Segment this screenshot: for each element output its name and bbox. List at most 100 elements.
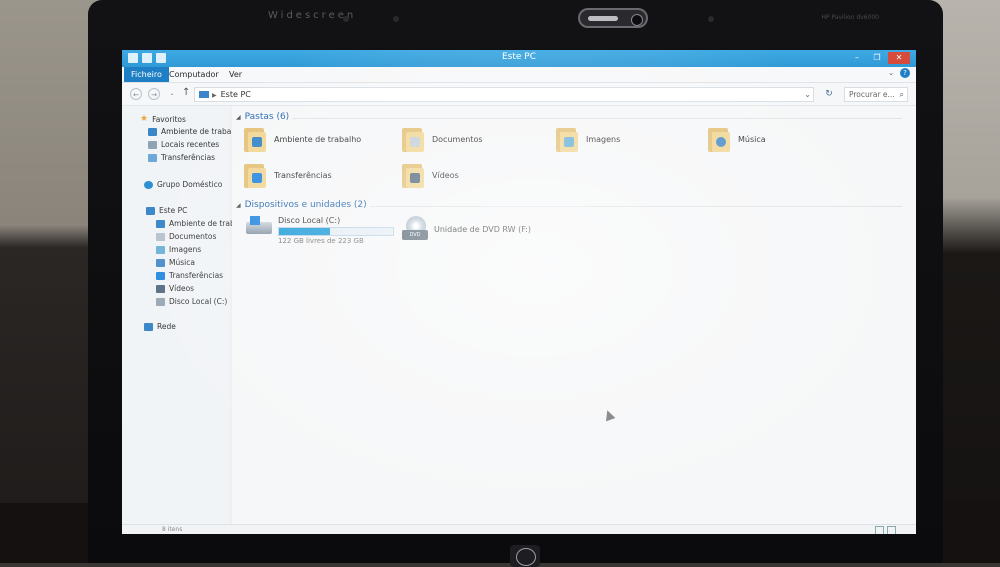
- drive-usage-fill: [279, 228, 331, 235]
- sidebar-item-label: Transferências: [161, 153, 216, 162]
- desktop-icon: [156, 219, 165, 228]
- webcam: [578, 8, 648, 28]
- downloads-icon: [156, 271, 165, 280]
- sidebar-item-label: Documentos: [169, 232, 217, 241]
- tiles-view-icon[interactable]: [887, 526, 896, 534]
- sidebar-item-thispc-child[interactable]: Imagens: [156, 245, 201, 254]
- sidebar-item-label: Favoritos: [152, 114, 186, 124]
- sidebar-item-thispc-child[interactable]: Música: [156, 258, 195, 267]
- expand-ribbon-icon[interactable]: ⌄: [888, 69, 894, 77]
- sidebar-item-label: Grupo Doméstico: [157, 180, 223, 189]
- folder-label: Transferências: [274, 170, 332, 180]
- search-placeholder: Procurar e...: [849, 90, 895, 99]
- drive-icon: [156, 297, 165, 306]
- address-row: ← → ⌄ ↑ ▶ Este PC ⌄ ↻ Procurar e... ⌕: [122, 83, 916, 106]
- bezel-dot: [343, 16, 349, 22]
- computer-icon: [199, 91, 209, 98]
- up-button[interactable]: ↑: [182, 87, 190, 98]
- window-title: Este PC: [501, 52, 536, 62]
- desktop-folder-icon: [244, 126, 266, 152]
- sidebar-item-thispc-child[interactable]: Documentos: [156, 232, 216, 241]
- refresh-button[interactable]: ↻: [822, 87, 836, 102]
- sidebar-item-label: Disco Local (C:): [169, 297, 228, 306]
- maximize-button[interactable]: ❐: [868, 52, 886, 64]
- sidebar-item-thispc-child[interactable]: Transferências: [156, 271, 223, 280]
- drive-label: Unidade de DVD RW (F:): [434, 224, 532, 234]
- address-dropdown-icon[interactable]: ⌄: [804, 88, 811, 101]
- downloads-folder-icon: [244, 162, 266, 188]
- drive-label: Disco Local (C:): [278, 216, 341, 225]
- minimize-button[interactable]: –: [848, 52, 866, 64]
- sidebar-item-label: Vídeos: [169, 284, 195, 293]
- music-icon: [156, 258, 165, 267]
- bezel-dot: [393, 16, 399, 22]
- sidebar-item-thispc-child[interactable]: Vídeos: [156, 284, 194, 293]
- view-switcher: [875, 526, 896, 534]
- desktop-icon: [148, 127, 157, 136]
- drive-usage-bar: [278, 227, 394, 236]
- collapse-triangle-icon[interactable]: ◢: [236, 114, 241, 121]
- hard-drive-icon: [246, 216, 272, 236]
- pictures-folder-icon: [556, 126, 578, 152]
- ribbon-right: ⌄ ?: [888, 68, 910, 78]
- back-button[interactable]: ←: [130, 88, 142, 100]
- sidebar-item-label: Locais recentes: [161, 140, 220, 149]
- music-folder-icon: [708, 126, 730, 152]
- breadcrumb-este-pc[interactable]: Este PC: [221, 90, 251, 99]
- folder-label: Música: [738, 134, 766, 144]
- folder-item[interactable]: Vídeos: [402, 162, 459, 188]
- drive-info: Disco Local (C:) 122 GB livres de 223 GB: [278, 216, 394, 245]
- window-controls: – ❐ ✕: [848, 52, 910, 64]
- details-view-icon[interactable]: [875, 526, 884, 534]
- collapse-triangle-icon[interactable]: ◢: [236, 202, 241, 209]
- folder-label: Ambiente de trabalho: [274, 134, 362, 144]
- folder-item[interactable]: Música: [708, 126, 766, 152]
- bezel-dot: [708, 16, 714, 22]
- recent-locations-chevron-icon[interactable]: ⌄: [166, 88, 178, 100]
- tab-view[interactable]: Ver: [222, 67, 249, 82]
- documents-folder-icon: [402, 126, 424, 152]
- sidebar-item-favorite[interactable]: Ambiente de trabalho: [148, 127, 243, 136]
- folder-item[interactable]: Ambiente de trabalho: [244, 126, 361, 152]
- breadcrumb-separator-icon: ▶: [212, 92, 217, 99]
- window-titlebar: Este PC – ❐ ✕: [122, 50, 916, 67]
- webcam-slider: [588, 16, 618, 21]
- group-header-folders[interactable]: ◢ Pastas (6): [236, 112, 289, 122]
- sidebar-item-favorites[interactable]: ★ Favoritos: [140, 114, 186, 124]
- tab-computer[interactable]: Computador: [162, 67, 226, 82]
- hp-logo: [510, 545, 540, 567]
- sidebar-item-thispc-child[interactable]: Disco Local (C:): [156, 297, 227, 306]
- folder-item[interactable]: Documentos: [402, 126, 483, 152]
- sidebar-item-label: Música: [169, 258, 195, 267]
- dvd-drive-icon: DVD: [402, 216, 428, 242]
- sidebar-item-network[interactable]: Rede: [144, 322, 176, 331]
- downloads-icon: [148, 153, 157, 162]
- folder-item[interactable]: Transferências: [244, 162, 332, 188]
- folder-item[interactable]: Imagens: [556, 126, 620, 152]
- drive-free-space: 122 GB livres de 223 GB: [278, 237, 364, 245]
- ribbon-tabs: Ficheiro Computador Ver ⌄ ?: [122, 67, 916, 83]
- network-icon: [144, 322, 153, 331]
- drive-item-dvd[interactable]: DVD Unidade de DVD RW (F:): [402, 216, 531, 242]
- recent-places-icon: [148, 140, 157, 149]
- hp-logo-ring: [516, 548, 536, 566]
- homegroup-icon: [144, 180, 153, 189]
- group-header-devices[interactable]: ◢ Dispositivos e unidades (2): [236, 200, 367, 210]
- drive-item-c[interactable]: Disco Local (C:) 122 GB livres de 223 GB: [246, 216, 394, 245]
- star-icon: ★: [140, 114, 149, 124]
- sidebar-item-label: Imagens: [169, 245, 202, 254]
- group-header-label: Pastas (6): [244, 112, 290, 122]
- search-input[interactable]: Procurar e... ⌕: [844, 87, 908, 102]
- sidebar-item-thispc[interactable]: Este PC: [146, 206, 187, 215]
- search-icon: ⌕: [899, 90, 904, 99]
- address-bar[interactable]: ▶ Este PC ⌄: [194, 87, 814, 102]
- videos-folder-icon: [402, 162, 424, 188]
- dvd-badge: DVD: [402, 230, 428, 240]
- sidebar-item-favorite[interactable]: Transferências: [148, 153, 215, 162]
- help-button[interactable]: ?: [900, 68, 910, 78]
- forward-button[interactable]: →: [148, 88, 160, 100]
- sidebar-item-favorite[interactable]: Locais recentes: [148, 140, 219, 149]
- sidebar-item-homegroup[interactable]: Grupo Doméstico: [144, 180, 222, 189]
- group-divider: [370, 206, 902, 207]
- close-button[interactable]: ✕: [888, 52, 910, 64]
